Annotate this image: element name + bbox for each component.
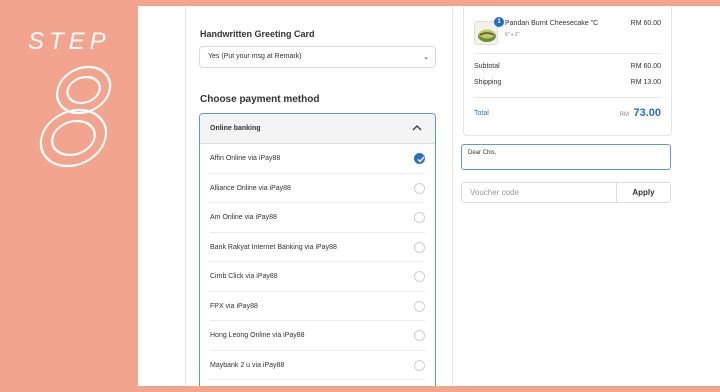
radio-icon[interactable] <box>414 182 425 194</box>
checkout-panel: Handwritten Greeting Card Yes (Put your … <box>138 6 720 386</box>
radio-icon[interactable] <box>414 212 425 223</box>
shipping-label: Shipping <box>474 79 502 86</box>
payment-option[interactable]: Am Online via iPay88 <box>210 203 425 233</box>
total-value: 73.00 <box>633 107 661 119</box>
chevron-down-icon: ⌄ <box>423 54 429 61</box>
product-name: Pandan Burnt Cheesecake "C <box>505 20 599 27</box>
payment-option-label: Alliance Online via iPay88 <box>210 184 291 192</box>
step-word: STEP <box>28 28 111 55</box>
payment-option[interactable]: Alliance Online via iPay88 <box>210 174 425 203</box>
radio-icon[interactable] <box>414 241 425 253</box>
greeting-card-select[interactable]: Yes (Put your msg at Remark) ⌄ <box>199 46 436 68</box>
subtotal-value: RM 60.00 <box>630 63 661 70</box>
subtotal-label: Subtotal <box>474 63 500 70</box>
total-currency: RM <box>619 112 629 118</box>
greeting-card-label: Handwritten Greeting Card <box>200 29 315 39</box>
online-banking-label: Online banking <box>210 125 261 132</box>
payment-option-label: Cimb Click via iPay88 <box>210 273 278 280</box>
greeting-card-selected-value: Yes (Put your msg at Remark) <box>208 53 302 60</box>
radio-icon[interactable] <box>414 300 425 312</box>
total-label: Total <box>474 110 489 117</box>
payment-method-title: Choose payment method <box>200 94 320 105</box>
order-summary-column: 1 Pandan Burnt Cheesecake "C 6" x 2" RM … <box>453 6 720 386</box>
divider <box>474 53 661 54</box>
chevron-up-icon <box>412 125 422 131</box>
payment-option-label: Maybank 2 u via iPay88 <box>210 361 285 369</box>
divider <box>474 97 661 98</box>
payment-option[interactable]: Affin Online via iPay88 <box>210 144 425 174</box>
voucher-code-input[interactable] <box>461 182 616 203</box>
product-price: RM 60.00 <box>630 20 661 27</box>
checkout-form: Handwritten Greeting Card Yes (Put your … <box>185 6 453 386</box>
online-banking-header[interactable]: Online banking <box>200 114 435 144</box>
payment-option[interactable]: Maybank 2 u via iPay88 <box>210 351 425 380</box>
quantity-badge: 1 <box>494 17 504 27</box>
payment-option[interactable]: Hong Leong Online via iPay88 <box>210 321 425 351</box>
payment-option-label: Hong Leong Online via iPay88 <box>210 332 305 339</box>
radio-checked-icon[interactable] <box>414 153 425 164</box>
step-number-8 <box>39 65 112 168</box>
apply-voucher-button[interactable]: Apply <box>616 182 671 203</box>
radio-icon[interactable] <box>414 359 425 371</box>
payment-method-list: Online banking Affin Online via iPay88 A… <box>199 113 436 386</box>
product-size: 6" x 2" <box>505 32 520 38</box>
shipping-value: RM 13.00 <box>630 79 661 86</box>
payment-option-label: FPX via iPay88 <box>210 302 258 310</box>
radio-icon[interactable] <box>414 271 425 282</box>
payment-option-label: Affin Online via iPay88 <box>210 155 281 162</box>
payment-option[interactable]: Cimb Click via iPay88 <box>210 262 425 292</box>
payment-option-label: Bank Rakyat Internet Banking via iPay88 <box>210 243 337 251</box>
payment-option[interactable]: Bank Rakyat Internet Banking via iPay88 <box>210 233 425 262</box>
radio-icon[interactable] <box>414 330 425 341</box>
order-summary: 1 Pandan Burnt Cheesecake "C 6" x 2" RM … <box>463 6 672 136</box>
payment-option[interactable]: FPX via iPay88 <box>210 292 425 321</box>
remark-textarea[interactable]: Dear Chis, <box>461 144 671 170</box>
payment-option-label: Am Online via iPay88 <box>210 214 277 221</box>
